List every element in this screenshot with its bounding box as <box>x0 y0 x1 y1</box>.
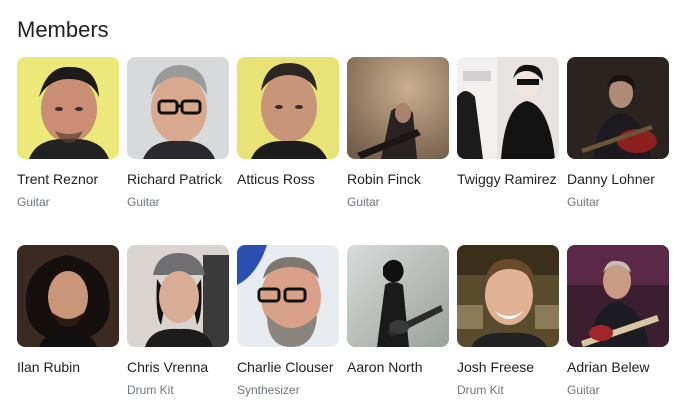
danny-lohner-photo <box>567 57 669 159</box>
adrian-belew-photo <box>567 245 669 347</box>
member-name[interactable]: Atticus Ross <box>237 170 315 188</box>
charlie-clouser-photo <box>237 245 339 347</box>
member-photo[interactable] <box>17 245 119 347</box>
member-photo[interactable] <box>127 57 229 159</box>
member-photo[interactable] <box>457 57 559 159</box>
member-role: Guitar <box>567 195 600 209</box>
robin-finck-photo <box>347 57 449 159</box>
richard-patrick-photo <box>127 57 229 159</box>
member-role: Guitar <box>567 383 600 397</box>
member-card[interactable]: Josh Freese Drum Kit <box>457 245 559 406</box>
member-card[interactable]: Ilan Rubin <box>17 245 119 406</box>
member-name[interactable]: Josh Freese <box>457 358 534 376</box>
member-role: Drum Kit <box>457 383 504 397</box>
member-role: Drum Kit <box>127 383 174 397</box>
member-card[interactable]: Adrian Belew Guitar <box>567 245 669 406</box>
twiggy-ramirez-photo <box>457 57 559 159</box>
member-role: Guitar <box>127 195 160 209</box>
member-photo[interactable] <box>457 245 559 347</box>
ilan-rubin-photo <box>17 245 119 347</box>
member-photo[interactable] <box>347 245 449 347</box>
josh-freese-photo <box>457 245 559 347</box>
member-photo[interactable] <box>567 57 669 159</box>
member-photo[interactable] <box>567 245 669 347</box>
member-card[interactable]: Aaron North <box>347 245 449 406</box>
member-card[interactable]: Richard Patrick Guitar <box>127 57 229 218</box>
member-name[interactable]: Charlie Clouser <box>237 358 333 376</box>
member-card[interactable]: Twiggy Ramirez <box>457 57 559 218</box>
member-role: Guitar <box>17 195 50 209</box>
member-photo[interactable] <box>17 57 119 159</box>
member-name[interactable]: Richard Patrick <box>127 170 222 188</box>
member-card[interactable]: Danny Lohner Guitar <box>567 57 669 218</box>
member-name[interactable]: Robin Finck <box>347 170 421 188</box>
member-role: Guitar <box>347 195 380 209</box>
member-name[interactable]: Danny Lohner <box>567 170 655 188</box>
member-card[interactable]: Trent Reznor Guitar <box>17 57 119 218</box>
member-photo[interactable] <box>237 57 339 159</box>
section-title: Members <box>17 17 109 42</box>
member-card[interactable]: Charlie Clouser Synthesizer <box>237 245 339 406</box>
member-name[interactable]: Aaron North <box>347 358 422 376</box>
member-name[interactable]: Twiggy Ramirez <box>457 170 557 188</box>
aaron-north-photo <box>347 245 449 347</box>
atticus-ross-photo <box>237 57 339 159</box>
member-card[interactable]: Chris Vrenna Drum Kit <box>127 245 229 406</box>
member-role: Synthesizer <box>237 383 300 397</box>
member-photo[interactable] <box>127 245 229 347</box>
member-name[interactable]: Adrian Belew <box>567 358 650 376</box>
member-card[interactable]: Robin Finck Guitar <box>347 57 449 218</box>
chris-vrenna-photo <box>127 245 229 347</box>
members-grid: Trent Reznor Guitar Richard Patrick Guit… <box>17 57 681 406</box>
trent-reznor-photo <box>17 57 119 159</box>
member-name[interactable]: Trent Reznor <box>17 170 98 188</box>
member-card[interactable]: Atticus Ross <box>237 57 339 218</box>
member-photo[interactable] <box>237 245 339 347</box>
member-photo[interactable] <box>347 57 449 159</box>
member-name[interactable]: Chris Vrenna <box>127 358 208 376</box>
member-name[interactable]: Ilan Rubin <box>17 358 80 376</box>
